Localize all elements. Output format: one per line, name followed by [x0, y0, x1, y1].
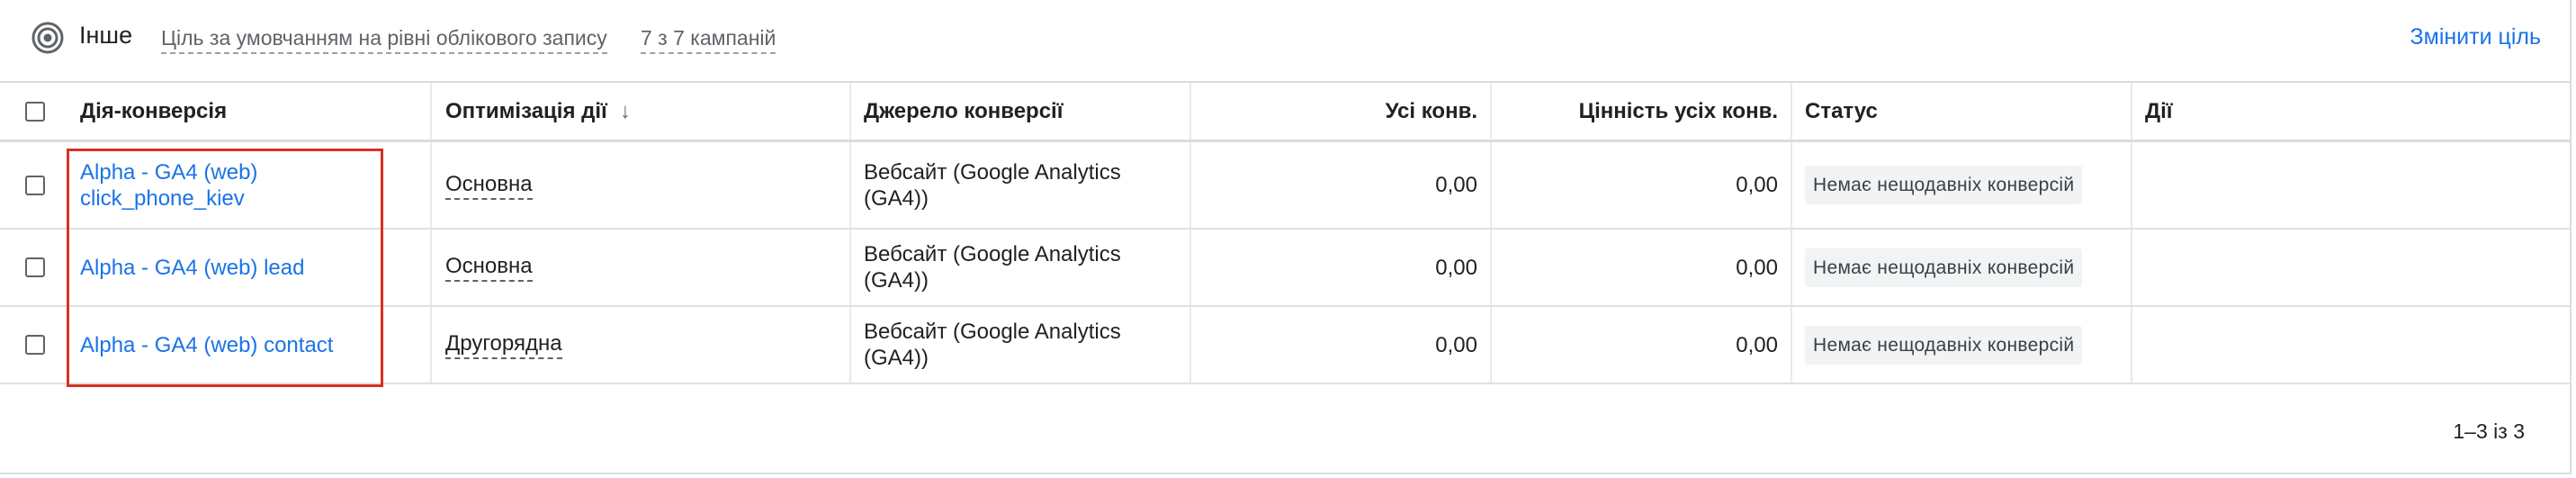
- column-header-action[interactable]: Дія-конверсія: [70, 83, 432, 140]
- source-cell: Вебсайт (Google Analytics (GA4)): [851, 142, 1191, 228]
- goal-header: Інше Ціль за умовчанням на рівні обліков…: [0, 0, 2570, 79]
- all-conv-cell: 0,00: [1191, 142, 1492, 228]
- conversion-action-link[interactable]: Alpha - GA4 (web) click_phone_kiev: [80, 159, 305, 212]
- conversion-action-link[interactable]: Alpha - GA4 (web) lead: [80, 255, 304, 281]
- target-icon: [31, 22, 64, 54]
- row-checkbox-cell: [0, 230, 70, 305]
- row-checkbox[interactable]: [25, 257, 45, 277]
- column-header-action-label: Дія-конверсія: [80, 99, 228, 123]
- row-checkbox-cell: [0, 307, 70, 383]
- goal-scope-label[interactable]: Ціль за умовчанням на рівні облікового з…: [161, 26, 607, 54]
- table-row: Alpha - GA4 (web) click_phone_kiev Основ…: [0, 142, 2570, 230]
- optimization-value[interactable]: Основна: [445, 253, 533, 282]
- action-name-cell: Alpha - GA4 (web) click_phone_kiev: [70, 142, 432, 228]
- row-actions-cell: [2132, 307, 2570, 383]
- status-badge: Немає нещодавніх конверсій: [1805, 325, 2083, 365]
- optimization-cell: Основна: [432, 230, 851, 305]
- source-value: Вебсайт (Google Analytics (GA4)): [864, 242, 1121, 293]
- table-row: Alpha - GA4 (web) contact Другорядна Веб…: [0, 307, 2570, 384]
- optimization-cell: Основна: [432, 142, 851, 228]
- all-value-value: 0,00: [1736, 332, 1778, 357]
- row-checkbox-cell: [0, 142, 70, 228]
- column-header-source[interactable]: Джерело конверсії: [851, 83, 1191, 140]
- status-cell: Немає нещодавніх конверсій: [1792, 230, 2132, 305]
- all-conv-cell: 0,00: [1191, 307, 1492, 383]
- goal-title: Інше: [79, 22, 133, 49]
- header-checkbox-cell: [0, 83, 70, 140]
- table-header-row: Дія-конверсія Оптимізація дії ↓ Джерело …: [0, 81, 2570, 142]
- source-value: Вебсайт (Google Analytics (GA4)): [864, 320, 1121, 370]
- row-actions-cell: [2132, 230, 2570, 305]
- conversion-goal-card: Інше Ціль за умовчанням на рівні обліков…: [0, 0, 2572, 474]
- row-checkbox[interactable]: [25, 335, 45, 355]
- column-header-all-conv-label: Усі конв.: [1385, 99, 1477, 123]
- column-header-all-value-label: Цінність усіх конв.: [1578, 99, 1778, 123]
- source-cell: Вебсайт (Google Analytics (GA4)): [851, 230, 1191, 305]
- action-name-cell: Alpha - GA4 (web) lead: [70, 230, 432, 305]
- all-value-cell: 0,00: [1492, 142, 1792, 228]
- all-conv-value: 0,00: [1435, 255, 1477, 280]
- all-value-cell: 0,00: [1492, 307, 1792, 383]
- pagination-label: 1–3 із 3: [2453, 419, 2525, 443]
- optimization-value[interactable]: Другорядна: [445, 330, 562, 359]
- arrow-down-icon[interactable]: ↓: [620, 98, 631, 124]
- status-badge: Немає нещодавніх конверсій: [1805, 166, 2083, 204]
- column-header-source-label: Джерело конверсії: [864, 99, 1064, 123]
- conversion-action-link[interactable]: Alpha - GA4 (web) contact: [80, 332, 333, 358]
- column-header-actions-label: Дії: [2145, 99, 2173, 123]
- all-value-cell: 0,00: [1492, 230, 1792, 305]
- status-cell: Немає нещодавніх конверсій: [1792, 307, 2132, 383]
- source-cell: Вебсайт (Google Analytics (GA4)): [851, 307, 1191, 383]
- change-goal-link[interactable]: Змінити ціль: [2410, 24, 2541, 50]
- status-cell: Немає нещодавніх конверсій: [1792, 142, 2132, 228]
- column-header-actions: Дії: [2132, 83, 2570, 140]
- table-row: Alpha - GA4 (web) lead Основна Вебсайт (…: [0, 230, 2570, 307]
- row-checkbox[interactable]: [25, 175, 45, 195]
- all-conv-value: 0,00: [1435, 332, 1477, 357]
- goal-campaigns-label[interactable]: 7 з 7 кампаній: [641, 26, 776, 54]
- optimization-cell: Другорядна: [432, 307, 851, 383]
- optimization-value[interactable]: Основна: [445, 171, 533, 200]
- row-actions-cell: [2132, 142, 2570, 228]
- action-name-cell: Alpha - GA4 (web) contact: [70, 307, 432, 383]
- all-conv-cell: 0,00: [1191, 230, 1492, 305]
- column-header-status-label: Статус: [1805, 99, 1878, 123]
- status-badge: Немає нещодавніх конверсій: [1805, 248, 2083, 287]
- column-header-status[interactable]: Статус: [1792, 83, 2132, 140]
- column-header-all-value[interactable]: Цінність усіх конв.: [1492, 83, 1792, 140]
- all-conv-value: 0,00: [1435, 173, 1477, 197]
- all-value-value: 0,00: [1736, 173, 1778, 197]
- all-value-value: 0,00: [1736, 255, 1778, 280]
- column-header-optimization-label: Оптимізація дії: [445, 99, 607, 123]
- source-value: Вебсайт (Google Analytics (GA4)): [864, 159, 1121, 211]
- column-header-all-conv[interactable]: Усі конв.: [1191, 83, 1492, 140]
- column-header-optimization[interactable]: Оптимізація дії ↓: [432, 83, 851, 140]
- select-all-checkbox[interactable]: [25, 101, 45, 122]
